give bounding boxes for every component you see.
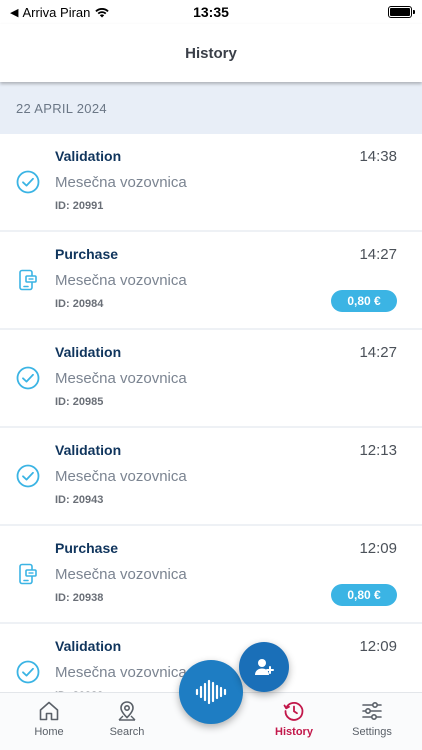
sound-validate-button[interactable]: [179, 660, 243, 724]
history-entry[interactable]: Purchase Mesečna vozovnica ID: 20984 14:…: [0, 232, 422, 330]
soundwave-icon: [195, 679, 227, 705]
nav-history-label: History: [275, 726, 313, 738]
history-entry[interactable]: Purchase Mesečna vozovnica ID: 20938 12:…: [0, 526, 422, 624]
entry-type: Validation: [55, 638, 122, 654]
entry-id: ID: 20943: [55, 494, 104, 506]
entry-description: Mesečna vozovnica: [55, 468, 187, 485]
entry-time: 12:13: [359, 442, 397, 459]
entry-type: Validation: [55, 344, 122, 360]
entry-id: ID: 20984: [55, 298, 104, 310]
entry-description: Mesečna vozovnica: [55, 272, 187, 289]
nav-history[interactable]: History: [259, 699, 329, 738]
nav-home[interactable]: Home: [14, 699, 84, 738]
entry-time: 12:09: [359, 638, 397, 655]
date-section-header: 22 APRIL 2024: [0, 82, 422, 134]
price-badge: 0,80 €: [331, 584, 397, 606]
entry-description: Mesečna vozovnica: [55, 566, 187, 583]
entry-time: 14:27: [359, 246, 397, 263]
status-bar: ◀ Arriva Piran 13:35: [0, 0, 422, 24]
price-badge: 0,80 €: [331, 290, 397, 312]
history-entry[interactable]: Validation Mesečna vozovnica ID: 20991 1…: [0, 134, 422, 232]
entry-time: 14:38: [359, 148, 397, 165]
check-circle-icon: [16, 660, 40, 684]
entry-time: 14:27: [359, 344, 397, 361]
home-icon: [39, 701, 59, 721]
battery-icon: [388, 6, 415, 18]
entry-description: Mesečna vozovnica: [55, 174, 187, 191]
history-entry[interactable]: Validation Mesečna vozovnica ID: 20985 1…: [0, 330, 422, 428]
entry-id: ID: 20938: [55, 592, 104, 604]
check-circle-icon: [16, 464, 40, 488]
entry-description: Mesečna vozovnica: [55, 664, 187, 681]
status-time: 13:35: [193, 4, 229, 20]
nav-search[interactable]: Search: [92, 699, 162, 738]
entry-id: ID: 20985: [55, 396, 104, 408]
sliders-icon: [362, 701, 382, 721]
app-header: History: [0, 24, 422, 82]
entry-type: Validation: [55, 442, 122, 458]
entry-id: ID: 20991: [55, 200, 104, 212]
entry-time: 12:09: [359, 540, 397, 557]
check-circle-icon: [16, 366, 40, 390]
entry-type: Validation: [55, 148, 122, 164]
entry-description: Mesečna vozovnica: [55, 370, 187, 387]
map-pin-icon: [118, 701, 136, 721]
history-entry[interactable]: Validation Mesečna vozovnica ID: 20943 1…: [0, 428, 422, 526]
entry-type: Purchase: [55, 540, 119, 556]
add-user-icon: [255, 659, 274, 675]
ticket-purchase-icon: [19, 269, 37, 291]
ticket-purchase-icon: [19, 563, 37, 585]
add-user-button[interactable]: [239, 642, 289, 692]
page-title: History: [185, 44, 237, 62]
nav-settings-label: Settings: [352, 726, 392, 738]
history-clock-icon: [283, 702, 304, 721]
nav-settings[interactable]: Settings: [337, 699, 407, 738]
check-circle-icon: [16, 170, 40, 194]
entry-type: Purchase: [55, 246, 119, 262]
nav-home-label: Home: [34, 726, 64, 738]
nav-search-label: Search: [109, 726, 145, 738]
history-list: Validation Mesečna vozovnica ID: 20991 1…: [0, 134, 422, 722]
